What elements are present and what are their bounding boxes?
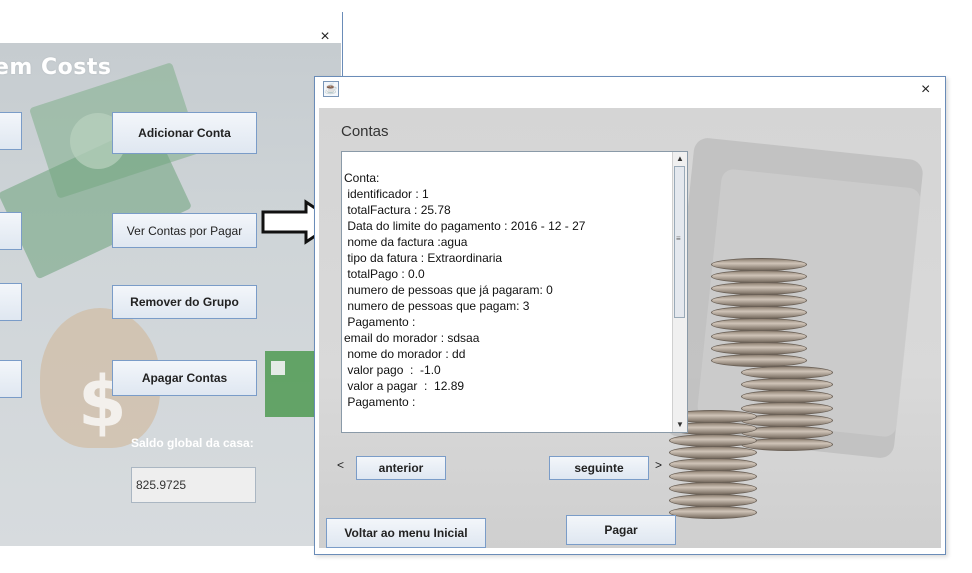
adicionar-conta-button[interactable]: Adicionar Conta	[112, 112, 257, 154]
text-line: totalFactura : 25.78	[344, 203, 451, 217]
left-button-stub[interactable]	[0, 360, 22, 398]
seguinte-button[interactable]: seguinte	[549, 456, 649, 480]
close-icon[interactable]: ×	[318, 29, 332, 45]
left-button-stub[interactable]	[0, 212, 22, 250]
app-title: em Costs	[0, 55, 112, 80]
contas-panel: Contas Conta: identificador : 1 totalFac…	[319, 108, 941, 548]
text-line: identificador : 1	[344, 187, 429, 201]
text-line: numero de pessoas que já pagaram: 0	[344, 283, 553, 297]
text-line: tipo da fatura : Extraordinaria	[344, 251, 503, 265]
main-menu-panel: $ em Costs Adicionar Conta Ver Contas po…	[0, 43, 341, 546]
left-button-stub[interactable]	[0, 283, 22, 321]
saldo-label: Saldo global da casa:	[131, 436, 254, 450]
text-line: Data do limite do pagamento : 2016 - 12 …	[344, 219, 586, 233]
ver-contas-por-pagar-button[interactable]: Ver Contas por Pagar	[112, 213, 257, 248]
scroll-up-icon[interactable]: ▲	[673, 152, 687, 166]
vertical-scrollbar[interactable]: ▲ ≡ ▼	[672, 152, 687, 432]
prev-indicator: <	[337, 458, 345, 472]
grip-icon: ≡	[676, 234, 681, 243]
text-line: valor pago : -1.0	[344, 363, 441, 377]
scroll-down-icon[interactable]: ▼	[673, 418, 687, 432]
text-line: email do morador : sdsaa	[344, 331, 480, 345]
text-line: nome do morador : dd	[344, 347, 466, 361]
text-line: nome da factura :agua	[344, 235, 468, 249]
pagar-button[interactable]: Pagar	[566, 515, 676, 545]
scrollbar-thumb[interactable]: ≡	[674, 166, 685, 318]
text-line: Conta:	[344, 171, 380, 185]
contas-window: ☕ × Contas Conta: identificador: 1 tota…	[314, 76, 946, 555]
next-indicator: >	[655, 458, 663, 472]
left-button-stub[interactable]	[0, 112, 22, 150]
text-line: totalPago : 0.0	[344, 267, 425, 281]
conta-details-text: Conta: identificador : 1 totalFactura : …	[344, 170, 674, 410]
text-line: valor a pagar : 12.89	[344, 379, 465, 393]
apagar-contas-button[interactable]: Apagar Contas	[112, 360, 257, 396]
anterior-button[interactable]: anterior	[356, 456, 446, 480]
text-line: numero de pessoas que pagam: 3	[344, 299, 530, 313]
conta-details-textarea[interactable]: Conta: identificador : 1 totalFactura : …	[341, 151, 688, 433]
text-line: Pagamento :	[344, 315, 416, 329]
background-window: × $ em Costs Adicionar Conta Ver Contas …	[0, 12, 343, 546]
java-app-icon: ☕	[323, 81, 339, 97]
page-title: Contas	[341, 123, 389, 140]
voltar-menu-button[interactable]: Voltar ao menu Inicial	[326, 518, 486, 548]
text-line: Pagamento :	[344, 395, 416, 409]
close-icon[interactable]: ×	[921, 81, 930, 99]
remover-do-grupo-button[interactable]: Remover do Grupo	[112, 285, 257, 319]
saldo-field[interactable]: 825.9725	[131, 467, 256, 503]
